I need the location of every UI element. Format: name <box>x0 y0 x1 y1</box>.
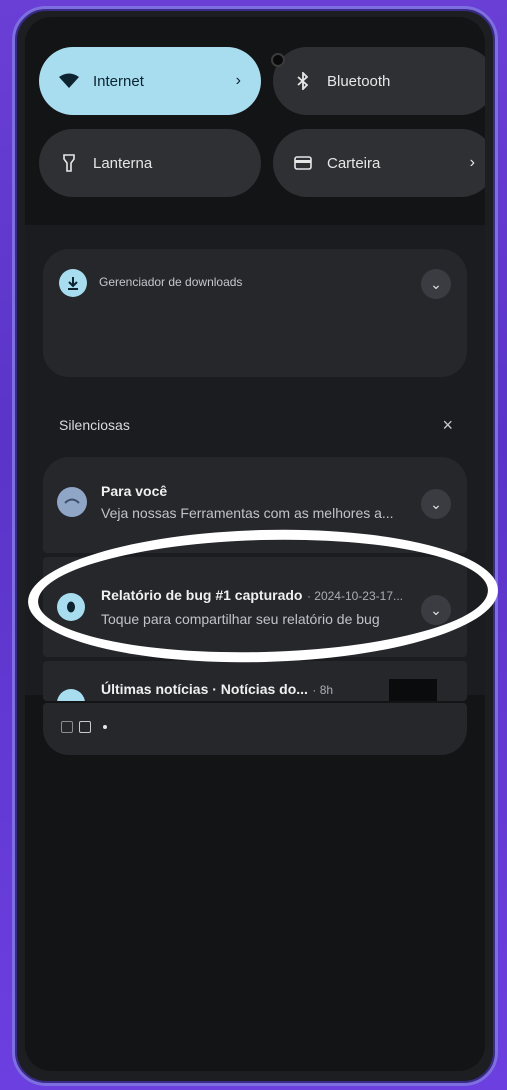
notification-bug-report[interactable]: Relatório de bug #1 capturado · 2024-10-… <box>43 557 467 657</box>
download-icon <box>59 269 87 297</box>
wallet-icon <box>293 156 313 170</box>
card-icon <box>79 721 91 733</box>
notification-title: Para você <box>101 483 168 499</box>
chevron-down-icon[interactable]: ⌄ <box>421 595 451 625</box>
chevron-down-icon[interactable]: ⌄ <box>421 489 451 519</box>
internet-tile[interactable]: Internet › <box>39 47 261 115</box>
notification-timestamp: · 8h <box>312 683 334 697</box>
download-app-name: Gerenciador de downloads <box>99 275 243 289</box>
notification-title: Relatório de bug #1 capturado <box>101 587 303 603</box>
wallet-label: Carteira <box>327 154 381 172</box>
wallet-tile[interactable]: Carteira › <box>273 129 485 197</box>
chevron-right-icon: › <box>235 72 241 89</box>
bluetooth-label: Bluetooth <box>327 72 391 90</box>
chevron-right-icon: › <box>469 154 475 171</box>
bluetooth-tile[interactable]: Bluetooth <box>273 47 485 115</box>
notification-title: Últimas notícias · Notícias do... <box>101 681 308 697</box>
flashlight-label: Lanterna <box>93 154 153 172</box>
notification-timestamp: · 2024-10-23-17... <box>306 589 403 603</box>
clear-silent-button[interactable]: × <box>442 415 453 436</box>
chevron-down-icon[interactable]: ⌄ <box>421 269 451 299</box>
bug-report-icon <box>57 593 85 621</box>
app-icon <box>61 721 73 733</box>
app-icon <box>57 487 87 517</box>
news-thumbnail <box>389 679 437 701</box>
flashlight-tile[interactable]: Lanterna <box>39 129 261 197</box>
notification-shade: Internet › Bluetooth Lanterna Carteira › <box>25 17 485 1071</box>
wifi-icon <box>59 73 79 89</box>
news-icon <box>57 689 85 701</box>
notification-text: Veja nossas Ferramentas com as melhores … <box>101 505 394 521</box>
internet-label: Internet <box>93 72 144 90</box>
download-notification[interactable]: Gerenciador de downloads ⌄ <box>43 249 467 377</box>
notification-overflow-row[interactable] <box>43 703 467 755</box>
notification-text: Toque para compartilhar seu relatório de… <box>101 611 380 627</box>
notification-para-voce[interactable]: Para você Veja nossas Ferramentas com as… <box>43 457 467 553</box>
notification-news[interactable]: Últimas notícias · Notícias do... · 8h <box>43 661 467 701</box>
flashlight-icon <box>59 154 79 172</box>
front-camera <box>271 53 285 67</box>
dot-icon <box>103 725 107 729</box>
phone-frame: Internet › Bluetooth Lanterna Carteira › <box>12 6 498 1086</box>
silent-section-title: Silenciosas <box>59 417 130 433</box>
bluetooth-icon <box>293 72 313 90</box>
